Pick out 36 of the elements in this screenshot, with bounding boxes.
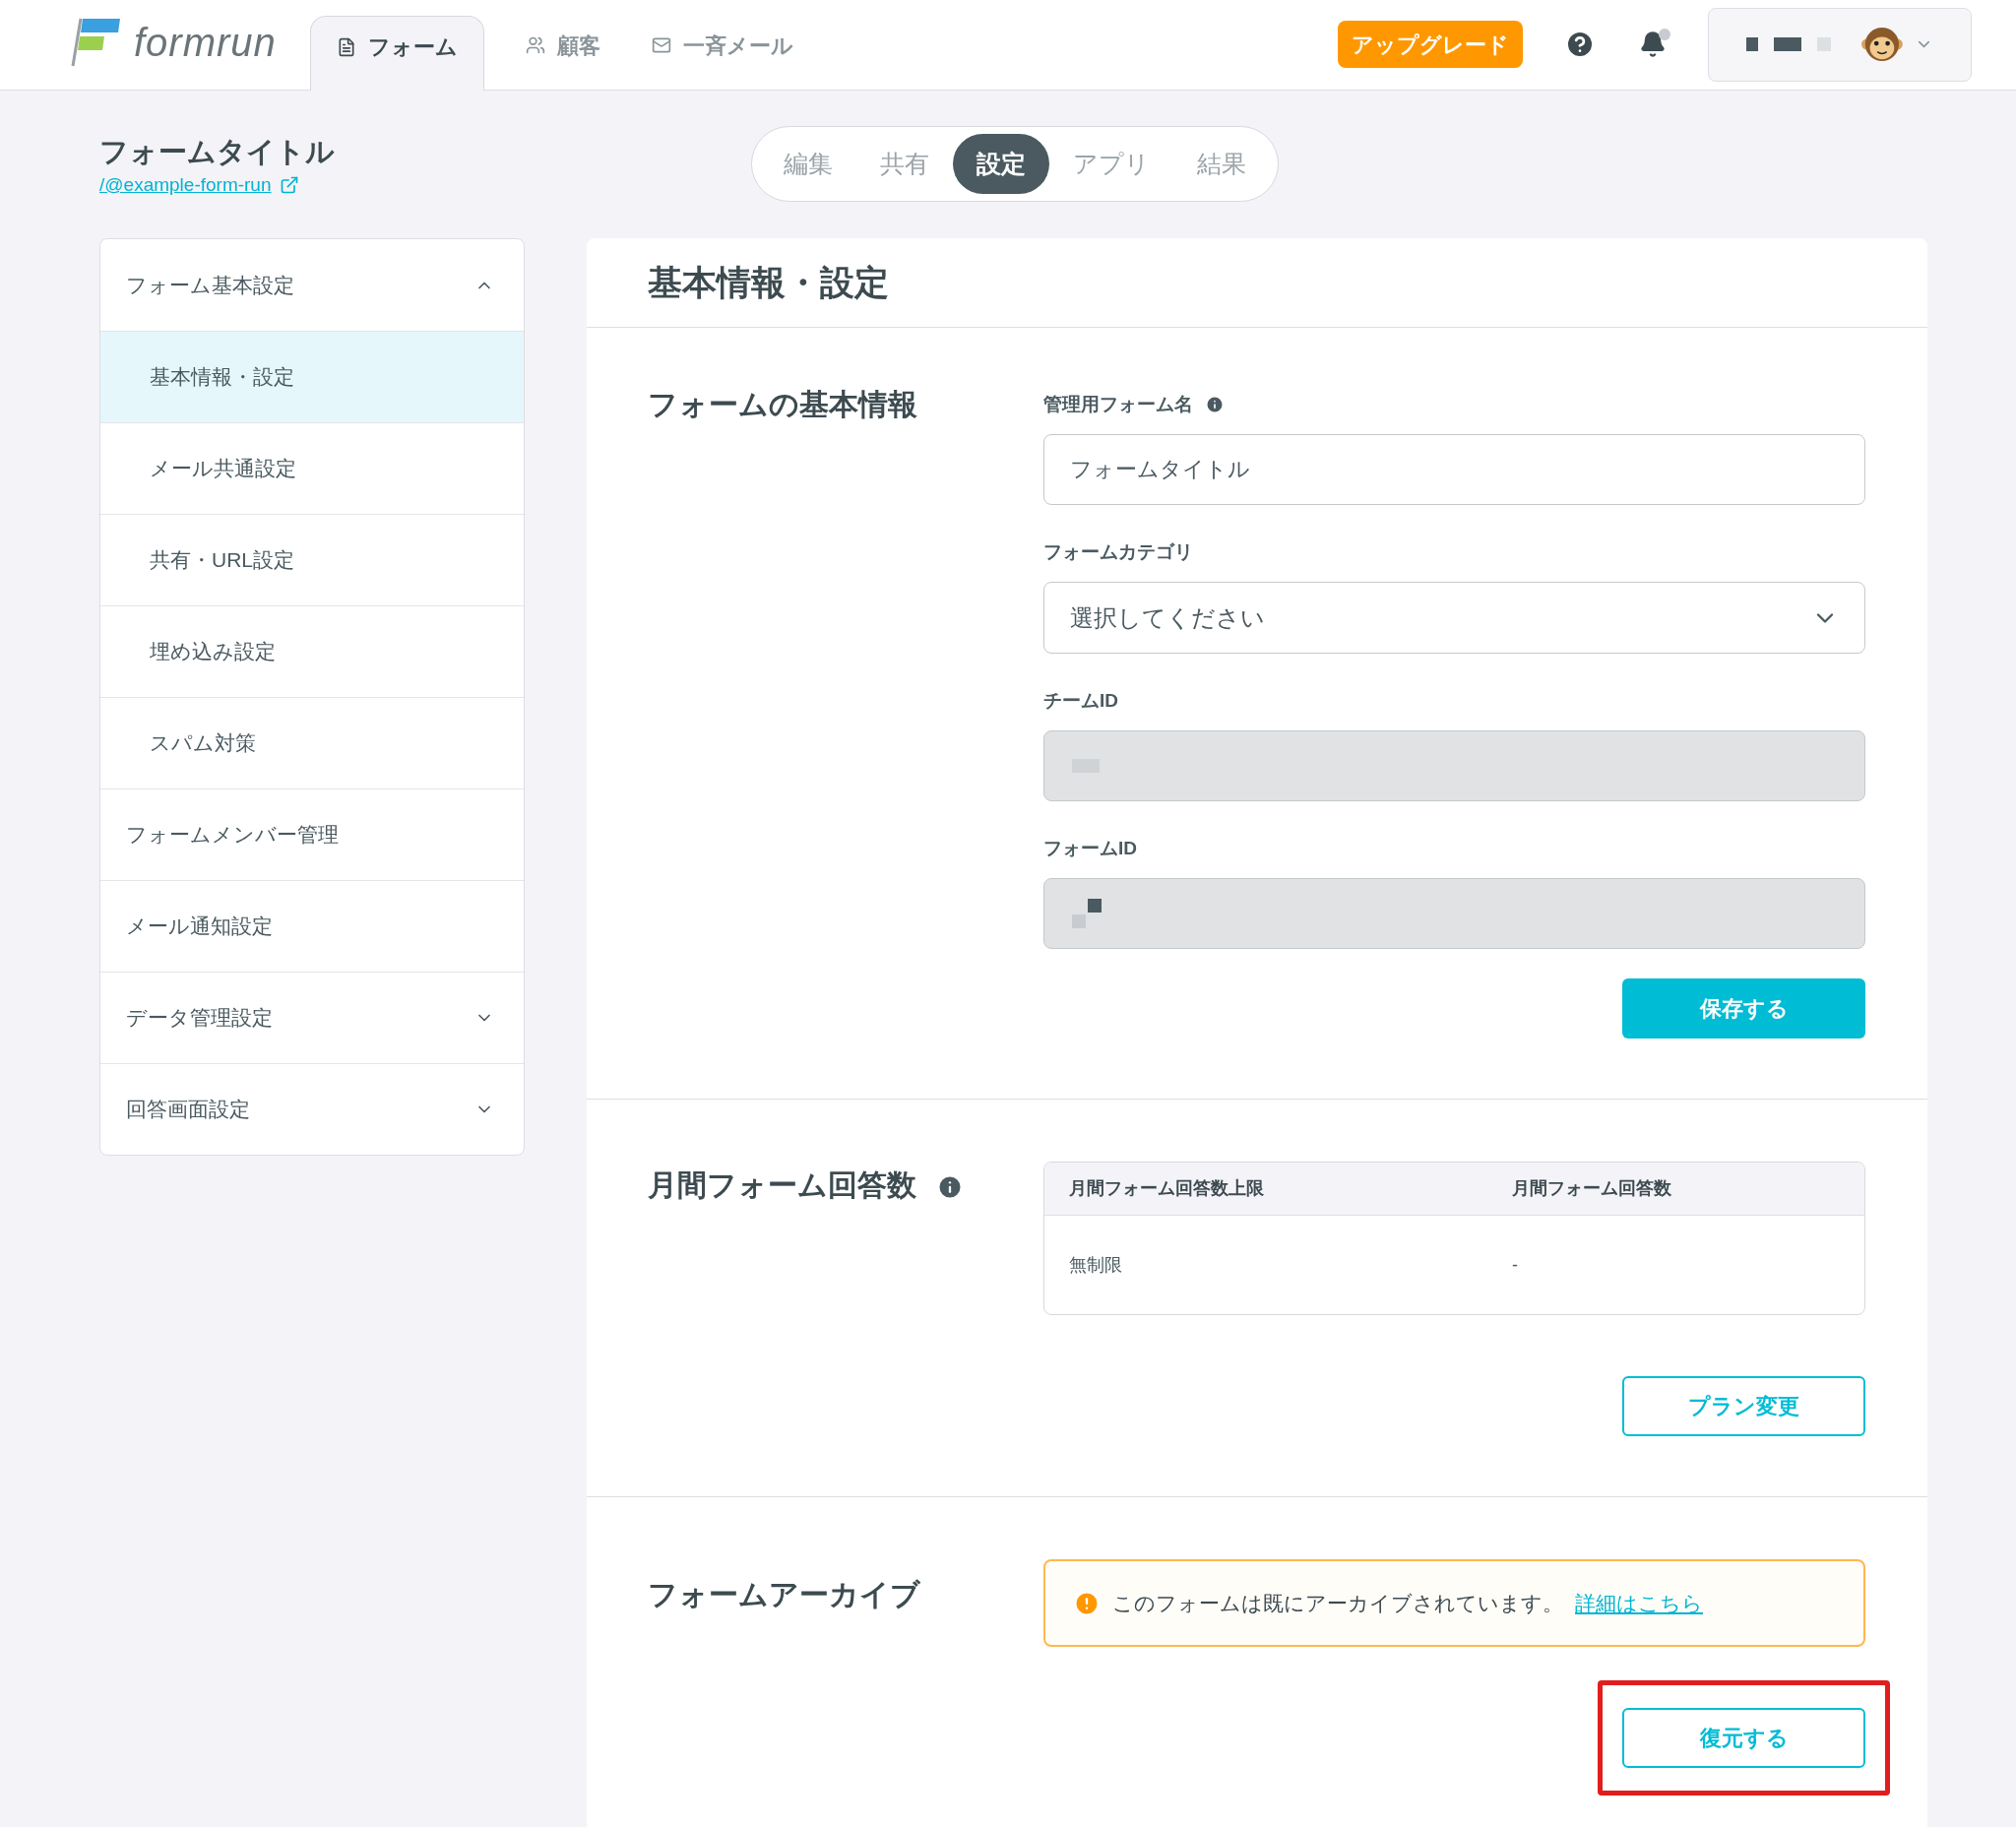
logo-text: formrun xyxy=(134,20,277,66)
table-cell-text: 無制限 xyxy=(1069,1253,1123,1277)
people-icon xyxy=(525,35,545,55)
warning-icon xyxy=(1073,1589,1101,1617)
info-icon xyxy=(936,1173,964,1201)
field-label: 管理用フォーム名 xyxy=(1043,392,1193,416)
text-field[interactable]: フォームタイトル xyxy=(1043,434,1865,505)
column-header: 月間フォーム回答数 xyxy=(1512,1177,1672,1200)
nav-tab[interactable]: フォーム xyxy=(309,16,484,91)
account-menu[interactable] xyxy=(1708,7,1972,82)
section-heading: フォームの基本情報 xyxy=(648,387,918,422)
form-title: フォームタイトル xyxy=(99,135,335,169)
sidebar-subitem[interactable]: 基本情報・設定 xyxy=(100,331,524,422)
field-label: フォームカテゴリ xyxy=(1043,539,1193,564)
info-icon xyxy=(1205,395,1225,414)
section-heading: フォームアーカイブ xyxy=(648,1577,921,1612)
table-cell-text: - xyxy=(1512,1253,1519,1277)
mail-icon xyxy=(651,35,671,55)
sidebar-item[interactable]: メール通知設定 xyxy=(100,880,524,972)
sidebar-item[interactable]: フォームメンバー管理 xyxy=(100,788,524,880)
field-label: フォームID xyxy=(1043,836,1137,860)
sidebar-item[interactable]: データ管理設定 xyxy=(100,972,524,1063)
select-field[interactable]: 選択してください xyxy=(1043,582,1865,654)
segment-tab[interactable]: 設定 xyxy=(953,134,1049,194)
field-label: チームID xyxy=(1043,688,1118,713)
sidebar-item[interactable]: 回答画面設定 xyxy=(100,1063,524,1155)
page-heading: 基本情報・設定 xyxy=(648,261,889,303)
sidebar-item[interactable]: フォーム基本設定 xyxy=(100,239,524,331)
column-header: 月間フォーム回答数上限 xyxy=(1069,1177,1265,1200)
monkey-avatar-icon xyxy=(1861,25,1903,64)
bell-icon[interactable] xyxy=(1639,31,1667,58)
external-link-icon xyxy=(279,175,299,196)
alert-message: このフォームは既にアーカイブされています。 xyxy=(1112,1590,1563,1616)
logo-icon xyxy=(69,17,122,68)
section-heading: 月間フォーム回答数 xyxy=(648,1167,916,1203)
redacted-block xyxy=(1072,899,1102,928)
